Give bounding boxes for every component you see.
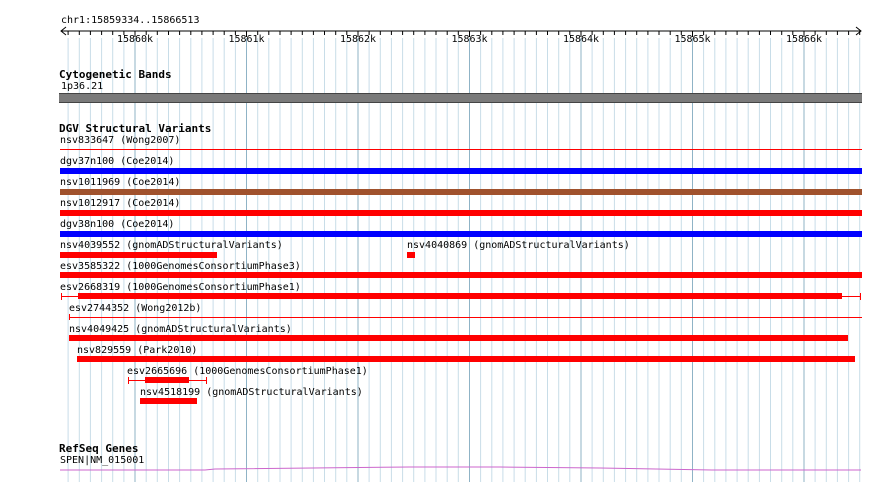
scale-tick-label: 15861k [228,34,265,45]
refseq-track-title: RefSeq Genes [59,442,139,455]
dgv-feature-bar[interactable] [60,210,862,216]
dgv-feature-bracket-left [69,314,70,320]
scale-tick-label: 15860k [116,34,154,45]
dgv-feature-bar[interactable] [60,272,862,278]
dgv-feature-label: nsv4040869 (gnomADStructuralVariants) [407,240,630,251]
scale-tick-label: 15862k [339,34,377,45]
dgv-feature-bar[interactable] [69,317,862,318]
dgv-feature-bar[interactable] [140,398,197,404]
dgv-feature-bracket-right [860,293,861,300]
refseq-gene-label: SPEN|NM_015001 [60,455,145,466]
dgv-feature-bar[interactable] [69,335,848,341]
dgv-feature-bracket-left [128,377,129,384]
dgv-feature-bar[interactable] [60,189,862,195]
dgv-feature-bar[interactable] [78,293,842,299]
dgv-feature-bracket-right [206,377,207,384]
dgv-feature-bar[interactable] [77,356,855,362]
cytoband-bar[interactable] [59,93,862,103]
scale-tick-label: 15863k [451,34,488,45]
scale-tick-label: 15864k [562,34,600,45]
dgv-feature-bar[interactable] [60,149,862,150]
dgv-feature-bar[interactable] [60,231,862,237]
cytobands-track-title: Cytogenetic Bands [59,68,172,81]
dgv-feature-label: dgv37n100 (Coe2014) [60,156,175,167]
dgv-feature-label: nsv833647 (Wong2007) [60,135,181,146]
scale-tick-label: 15866k [785,34,823,45]
dgv-feature-label: nsv1011969 (Coe2014) [60,177,181,188]
cytoband-label: 1p36.21 [61,81,104,92]
dgv-feature-label: esv2744352 (Wong2012b) [69,303,202,314]
scale-tick-label: 15865k [674,34,711,45]
dgv-feature-bracket-left [61,293,62,300]
location-label: chr1:15859334..15866513 [61,15,200,26]
dgv-feature-label: dgv38n100 (Coe2014) [60,219,175,230]
dgv-feature-bar[interactable] [60,252,217,258]
dgv-feature-label: nsv4039552 (gnomADStructuralVariants) [60,240,283,251]
dgv-feature-bar[interactable] [60,168,862,174]
dgv-feature-bar[interactable] [145,377,189,383]
dgv-track-title: DGV Structural Variants [59,122,212,135]
dgv-feature-label: nsv1012917 (Coe2014) [60,198,181,209]
dgv-feature-bar[interactable] [407,252,415,258]
